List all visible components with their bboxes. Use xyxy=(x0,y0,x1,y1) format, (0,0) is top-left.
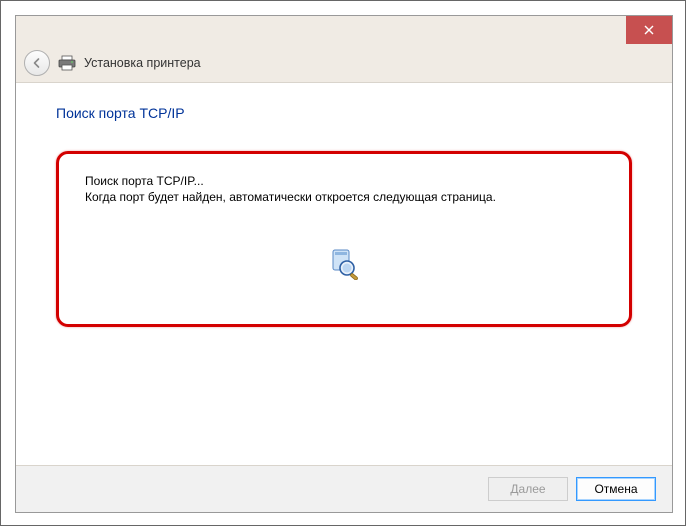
wizard-window: Установка принтера Поиск порта TCP/IP По… xyxy=(15,15,673,513)
status-line-2: Когда порт будет найден, автоматически о… xyxy=(85,190,603,204)
footer-bar: Далее Отмена xyxy=(16,465,672,512)
close-icon xyxy=(644,25,654,35)
back-arrow-icon xyxy=(31,57,43,69)
content-area: Поиск порта TCP/IP Поиск порта TCP/IP...… xyxy=(16,83,672,465)
back-button[interactable] xyxy=(24,50,50,76)
header-bar: Установка принтера xyxy=(16,44,672,83)
titlebar xyxy=(16,16,672,44)
status-panel: Поиск порта TCP/IP... Когда порт будет н… xyxy=(56,151,632,327)
close-button[interactable] xyxy=(626,16,672,44)
printer-icon xyxy=(58,55,76,71)
searching-icon xyxy=(327,246,361,280)
status-line-1: Поиск порта TCP/IP... xyxy=(85,174,603,188)
screenshot-frame: Установка принтера Поиск порта TCP/IP По… xyxy=(0,0,686,526)
cancel-button[interactable]: Отмена xyxy=(576,477,656,501)
window-title: Установка принтера xyxy=(84,56,201,70)
search-animation xyxy=(85,246,603,280)
page-heading: Поиск порта TCP/IP xyxy=(56,105,632,121)
next-button: Далее xyxy=(488,477,568,501)
